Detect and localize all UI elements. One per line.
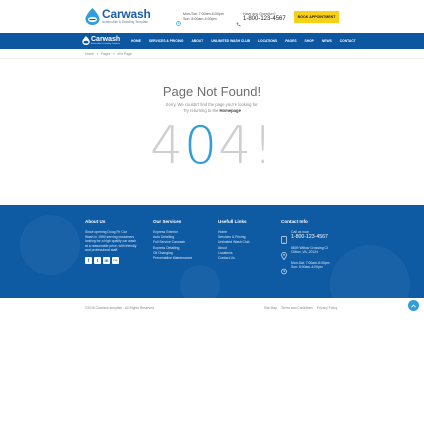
footer-hours-sunday: Sun: 8:00am-4:00pm — [291, 264, 323, 269]
contact-address: 8809 Willow Crossing Ct Clifton, VA, 201… — [281, 246, 329, 261]
rss-icon[interactable]: rss — [112, 256, 119, 264]
footer-services: Our Services Express Exterior Auto Detai… — [153, 219, 192, 261]
footer-useful-link[interactable]: Unlimited Wash Club — [218, 240, 250, 245]
nav-item-shop[interactable]: SHOP — [305, 39, 314, 43]
breadcrumb-pages[interactable]: Pages — [101, 52, 111, 56]
twitter-icon[interactable]: t — [94, 256, 101, 264]
clock-icon — [281, 262, 287, 274]
breadcrumb-separator: » — [112, 52, 115, 56]
terms-link[interactable]: Terms and Conditions — [281, 306, 313, 310]
social-links: f t in rss — [85, 256, 136, 264]
main-navbar: Carwash Automobile & Detailing Template … — [0, 33, 424, 49]
error-code-left: 4 — [149, 116, 185, 176]
chevron-up-icon — [411, 303, 416, 308]
contact-hours: Mon-Sat: 7:00am-6:00pm Sun: 8:00am-4:00p… — [281, 261, 329, 274]
header-phone: Have any Question? 1-800-123-4567 — [236, 12, 286, 27]
site-logo[interactable]: Carwash Automobile & Detailing Template — [85, 8, 151, 25]
page-title: Page Not Found! — [162, 84, 262, 99]
contact-phone: Call us now: 1-800-123-4567 — [281, 230, 329, 244]
logo-tagline: Automobile & Detailing Template — [102, 20, 149, 24]
footer-contact: Contact Info Call us now: 1-800-123-4567… — [281, 219, 329, 275]
opening-hours: Mon-Sat: 7:00am-6:00pm Sun: 8:00am-4:00p… — [176, 12, 224, 26]
facebook-icon[interactable]: f — [85, 256, 92, 264]
footer-about-text: and professional staff. — [85, 248, 119, 253]
footer-about: About Us Since opening Doug Fir Car Wash… — [85, 219, 136, 264]
sitemap-link[interactable]: Site Map — [264, 306, 277, 310]
footer-about-heading: About Us — [85, 219, 106, 224]
footer-decoration — [180, 265, 220, 298]
phone-number[interactable]: 1-800-123-4567 — [243, 16, 286, 23]
hours-weekday: Mon-Sat: 7:00am-6:00pm — [183, 12, 224, 16]
book-appointment-button[interactable]: BOOK APPOINTMENT — [294, 11, 339, 23]
scroll-to-top-button[interactable] — [408, 300, 419, 311]
nav-menu: HOME SERVICES & PRICING ABOUT UNLIMITED … — [131, 39, 364, 43]
nav-item-home[interactable]: HOME — [131, 39, 141, 43]
error-code-right: 4! — [218, 116, 275, 176]
mobile-icon — [281, 231, 287, 244]
footer-links-heading: Usefull Links — [218, 219, 247, 224]
bottom-bar: ©2018 Carwash template - All Rights Rese… — [0, 298, 424, 316]
footer-decoration — [330, 245, 410, 298]
error-code-middle: 0 — [184, 116, 219, 176]
nav-item-contact[interactable]: CONTACT — [340, 39, 356, 43]
linkedin-icon[interactable]: in — [103, 256, 110, 264]
breadcrumb-home[interactable]: Home — [85, 52, 94, 56]
logo-title: Carwash — [102, 7, 151, 21]
top-header: Carwash Automobile & Detailing Template … — [0, 0, 424, 33]
nav-item-about[interactable]: ABOUT — [191, 39, 203, 43]
footer-services-heading: Our Services — [153, 219, 182, 224]
footer-phone-number[interactable]: 1-800-123-4567 — [291, 234, 328, 240]
breadcrumb-separator: » — [96, 52, 99, 56]
phone-icon — [236, 14, 241, 27]
nav-item-services[interactable]: SERVICES & PRICING — [149, 39, 184, 43]
breadcrumb-divider — [0, 57, 424, 59]
bottom-links: Site Map Terms and Conditions Privacy Po… — [264, 306, 341, 310]
nav-item-pages[interactable]: PAGES — [285, 39, 296, 43]
footer: About Us Since opening Doug Fir Car Wash… — [0, 205, 424, 298]
nav-logo[interactable]: Carwash Automobile & Detailing Template — [82, 36, 121, 46]
not-found-message: Sorry, We couldn't find the page you're … — [165, 102, 259, 107]
footer-links: Usefull Links Home Services & Pricing Un… — [218, 219, 250, 261]
nav-logo-tagline: Automobile & Detailing Template — [91, 43, 120, 45]
breadcrumb: Home » Pages » 404 Page — [85, 52, 133, 56]
privacy-link[interactable]: Privacy Policy — [317, 306, 338, 310]
drop-logo-icon — [82, 36, 90, 46]
map-pin-icon — [281, 247, 287, 261]
nav-item-unlimited-wash-club[interactable]: UNLIMITED WASH CLUB — [211, 39, 250, 43]
clock-icon — [176, 13, 181, 26]
nav-logo-title: Carwash — [91, 36, 121, 43]
footer-contact-heading: Contact Info — [281, 219, 308, 224]
drop-logo-icon — [85, 8, 100, 25]
error-code: 404! — [0, 112, 424, 180]
breadcrumb-current: 404 Page — [117, 52, 132, 56]
hours-sunday: Sun: 8:00am-4:00pm — [183, 16, 217, 21]
footer-useful-link[interactable]: Contact Us — [218, 256, 250, 261]
copyright: ©2018 Carwash template - All Rights Rese… — [85, 306, 154, 310]
address-line: Clifton, VA, 20124 — [291, 250, 319, 255]
nav-item-locations[interactable]: LOCATIONS — [258, 39, 277, 43]
nav-item-news[interactable]: NEWS — [322, 39, 332, 43]
footer-decoration — [20, 215, 80, 275]
footer-service-link[interactable]: Preventative Maintenance — [153, 256, 192, 261]
